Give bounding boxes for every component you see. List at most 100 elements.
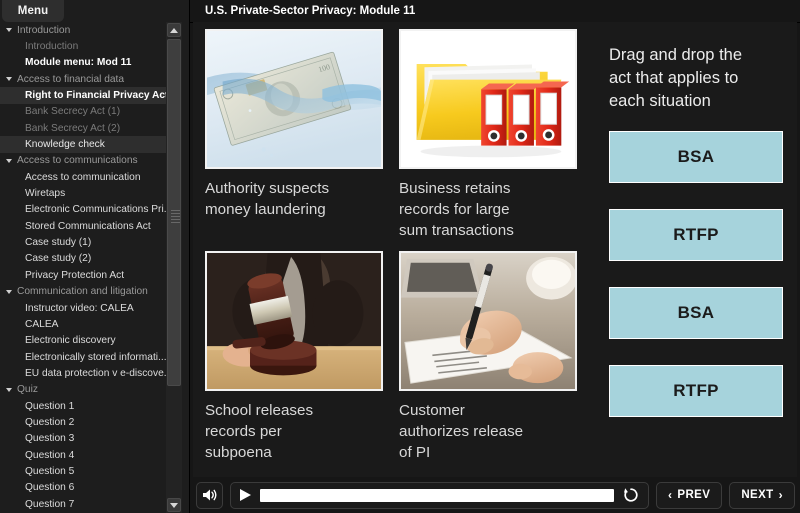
dragdrop-tile[interactable]: RTFP <box>609 209 783 261</box>
sidebar-item-label: CALEA <box>25 318 59 330</box>
sidebar-item-label: Wiretaps <box>25 188 66 200</box>
chevron-down-icon <box>6 28 12 33</box>
seek-bar[interactable] <box>260 488 614 502</box>
sidebar-item-label: Electronic discovery <box>25 335 116 347</box>
replay-button[interactable] <box>622 487 640 503</box>
page-title: U.S. Private-Sector Privacy: Module 11 <box>205 5 416 17</box>
sidebar-item-label: Privacy Protection Act <box>25 269 125 281</box>
chevron-up-icon <box>170 27 178 33</box>
sidebar-item-access-to-financial-data[interactable]: Access to financial data <box>0 71 166 87</box>
sidebar-item-bank-secrecy-act-1[interactable]: Bank Secrecy Act (1) <box>0 104 166 120</box>
card-thumbnail: 100 <box>205 29 383 169</box>
sidebar-item-introduction[interactable]: Introduction <box>0 22 166 38</box>
situation-card[interactable]: Business retains records for large sum t… <box>399 29 577 241</box>
replay-icon <box>623 488 638 502</box>
next-button[interactable]: NEXT › <box>729 481 795 509</box>
sidebar-item-introduction[interactable]: Introduction <box>0 38 166 54</box>
sidebar-scrollbar[interactable] <box>166 22 182 513</box>
scrollbar-thumb[interactable] <box>167 39 181 386</box>
sidebar-item-label: Case study (2) <box>25 253 92 265</box>
course-player-window: Menu Introduction Introduction Module menu… <box>0 0 800 513</box>
sidebar-item-label: Stored Communications Act <box>25 220 151 232</box>
card-thumbnail <box>399 29 577 169</box>
sidebar-item-electronic-communications-pri[interactable]: Electronic Communications Pri... <box>0 202 166 218</box>
sidebar-item-label: Question 4 <box>25 449 75 461</box>
sidebar-item-label: EU data protection v e-discove... <box>25 367 166 379</box>
chevron-down-icon <box>6 158 12 163</box>
chevron-down-icon <box>6 289 12 294</box>
dragdrop-tile[interactable]: BSA <box>609 287 783 339</box>
situation-card[interactable]: Customer authorizes release of PI <box>399 251 577 463</box>
sidebar-item-question-4[interactable]: Question 4 <box>0 447 166 463</box>
sidebar-item-electronic-discovery[interactable]: Electronic discovery <box>0 333 166 349</box>
sidebar-item-label: Introduction <box>17 24 71 36</box>
sidebar-item-access-to-communications[interactable]: Access to communications <box>0 153 166 169</box>
sidebar-item-question-1[interactable]: Question 1 <box>0 398 166 414</box>
menu-tab-label: Menu <box>17 5 49 17</box>
card-caption: Business retains records for large sum t… <box>399 180 514 239</box>
sidebar-item-label: Question 1 <box>25 400 75 412</box>
chevron-down-icon <box>170 502 178 508</box>
sidebar-item-label: Right to Financial Privacy Act <box>25 90 166 102</box>
sidebar-item-label: Case study (1) <box>25 237 92 249</box>
sidebar-item-communication-and-litigation[interactable]: Communication and litigation <box>0 284 166 300</box>
course-outline-list[interactable]: Introduction Introduction Module menu: Mod… <box>0 22 166 513</box>
money-in-water-image: 100 <box>207 31 381 167</box>
sidebar-item-stored-communications-act[interactable]: Stored Communications Act <box>0 218 166 234</box>
sidebar-item-privacy-protection-act[interactable]: Privacy Protection Act <box>0 267 166 283</box>
sidebar-item-quiz[interactable]: Quiz <box>0 382 166 398</box>
dragdrop-tile[interactable]: BSA <box>609 131 783 183</box>
sidebar-item-label: Bank Secrecy Act (2) <box>25 122 121 134</box>
menu-tab[interactable]: Menu <box>2 0 64 22</box>
sidebar-item-case-study-2[interactable]: Case study (2) <box>0 251 166 267</box>
sidebar-item-instructor-video-calea[interactable]: Instructor video: CALEA <box>0 300 166 316</box>
sidebar-item-question-7[interactable]: Question 7 <box>0 496 166 512</box>
dragdrop-tile-label: RTFP <box>673 381 719 400</box>
sidebar-item-electronically-stored-informati[interactable]: Electronically stored informati... <box>0 349 166 365</box>
folder-binders-image <box>401 31 575 167</box>
sidebar-item-wiretaps[interactable]: Wiretaps <box>0 185 166 201</box>
dragdrop-panel: Drag and drop the act that applies to ea… <box>609 44 783 417</box>
dragdrop-tile[interactable]: RTFP <box>609 365 783 417</box>
sidebar-item-module-menu-mod-11[interactable]: Module menu: Mod 11 <box>0 55 166 71</box>
speaker-icon <box>203 489 217 501</box>
sidebar-item-question-5[interactable]: Question 5 <box>0 463 166 479</box>
sidebar-item-access-to-communication[interactable]: Access to communication <box>0 169 166 185</box>
sidebar-item-bank-secrecy-act-2[interactable]: Bank Secrecy Act (2) <box>0 120 166 136</box>
sidebar-item-knowledge-check[interactable]: Knowledge check <box>0 136 166 153</box>
sidebar-item-question-6[interactable]: Question 6 <box>0 480 166 496</box>
volume-button[interactable] <box>196 481 223 509</box>
situation-card[interactable]: 100 Authority suspects money laundering <box>205 29 383 220</box>
dragdrop-tile-label: RTFP <box>673 225 719 244</box>
prev-button[interactable]: ‹ PREV <box>655 481 723 509</box>
card-thumbnail <box>399 251 577 391</box>
sidebar-item-label: Bank Secrecy Act (1) <box>25 106 121 118</box>
sidebar-item-label: Access to communication <box>25 171 141 183</box>
sidebar-item-label: Access to financial data <box>17 73 125 85</box>
sidebar-item-case-study-1[interactable]: Case study (1) <box>0 234 166 250</box>
sidebar-item-label: Electronic Communications Pri... <box>25 204 166 216</box>
play-button[interactable] <box>238 489 252 501</box>
signing-document-image <box>401 253 575 389</box>
sidebar-item-right-to-financial-privacy-act[interactable]: Right to Financial Privacy Act <box>0 87 166 104</box>
scroll-up-button[interactable] <box>167 23 181 37</box>
slide-canvas: 100 Authority suspects money laundering <box>193 22 797 477</box>
sidebar-item-label: Instructor video: CALEA <box>25 302 134 314</box>
scrollbar-grip-icon <box>171 210 180 224</box>
sidebar-item-label: Question 6 <box>25 482 75 494</box>
sidebar-item-label: Electronically stored informati... <box>25 351 166 363</box>
prev-button-label: PREV <box>677 489 711 501</box>
judge-gavel-image <box>207 253 381 389</box>
scroll-down-button[interactable] <box>167 498 181 512</box>
situation-card[interactable]: School releases records per subpoena <box>205 251 383 463</box>
sidebar-item-label: Introduction <box>25 41 79 53</box>
sidebar-item-calea[interactable]: CALEA <box>0 316 166 332</box>
situation-card-grid: 100 Authority suspects money laundering <box>205 29 589 469</box>
sidebar: Menu Introduction Introduction Module menu… <box>0 0 190 513</box>
sidebar-item-eu-data-protection-v-e-discove[interactable]: EU data protection v e-discove... <box>0 365 166 381</box>
sidebar-item-label: Module menu: Mod 11 <box>25 57 132 69</box>
title-bar: U.S. Private-Sector Privacy: Module 11 <box>190 0 800 22</box>
sidebar-item-question-3[interactable]: Question 3 <box>0 431 166 447</box>
sidebar-item-question-2[interactable]: Question 2 <box>0 414 166 430</box>
sidebar-item-label: Question 7 <box>25 498 75 510</box>
